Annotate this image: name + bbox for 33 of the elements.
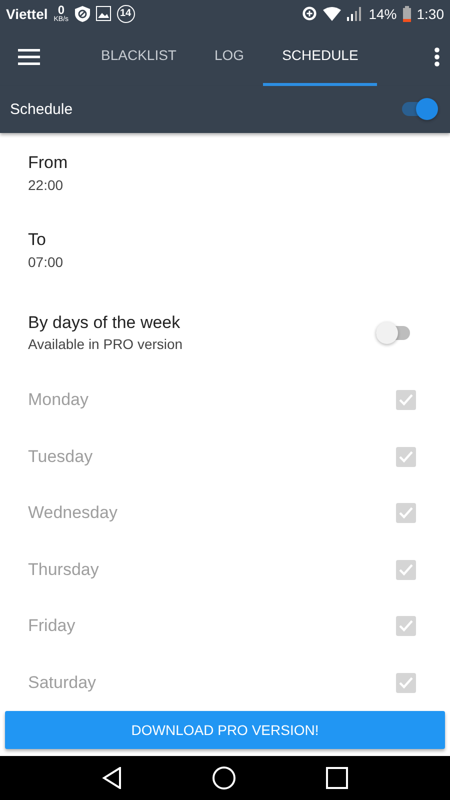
toggle-switch[interactable] — [376, 322, 412, 344]
blocked-icon — [74, 6, 90, 22]
tab[interactable]: BLACKLIST — [82, 28, 196, 86]
image-icon — [96, 6, 111, 22]
wifi-icon — [322, 6, 341, 21]
day-label: Tuesday — [28, 446, 93, 467]
schedule-label: Schedule — [10, 100, 73, 118]
day-label: Wednesday — [28, 503, 118, 524]
carrier-name: Viettel — [6, 6, 48, 22]
day-label: Monday — [28, 390, 88, 410]
day-label: Friday — [28, 616, 76, 636]
battery-icon — [402, 6, 411, 22]
recents-icon[interactable] — [326, 766, 348, 789]
setting-label: From — [28, 153, 69, 174]
setting-note: Available in PRO version — [28, 336, 183, 352]
day-label: Thursday — [28, 560, 99, 580]
toggle-switch[interactable] — [402, 98, 438, 120]
clock-time: 1:30 — [416, 6, 444, 22]
home-icon[interactable] — [212, 766, 236, 790]
more-icon[interactable] — [434, 46, 440, 67]
tab[interactable]: LOG — [195, 28, 264, 86]
day-label: Saturday — [28, 672, 96, 693]
data-saver-icon — [302, 6, 317, 22]
setting-label: To — [28, 230, 47, 250]
back-icon[interactable] — [102, 766, 122, 789]
time-value[interactable]: 07:00 — [28, 254, 450, 270]
menu-icon[interactable] — [18, 48, 40, 65]
setting-label: By days of the week — [28, 313, 182, 334]
signal-icon — [346, 6, 363, 21]
notification-badge: 14 — [116, 4, 135, 23]
time-value[interactable]: 22:00 — [28, 177, 450, 194]
network-speed: 0 — [58, 4, 64, 16]
battery-percent: 14% — [368, 6, 397, 22]
